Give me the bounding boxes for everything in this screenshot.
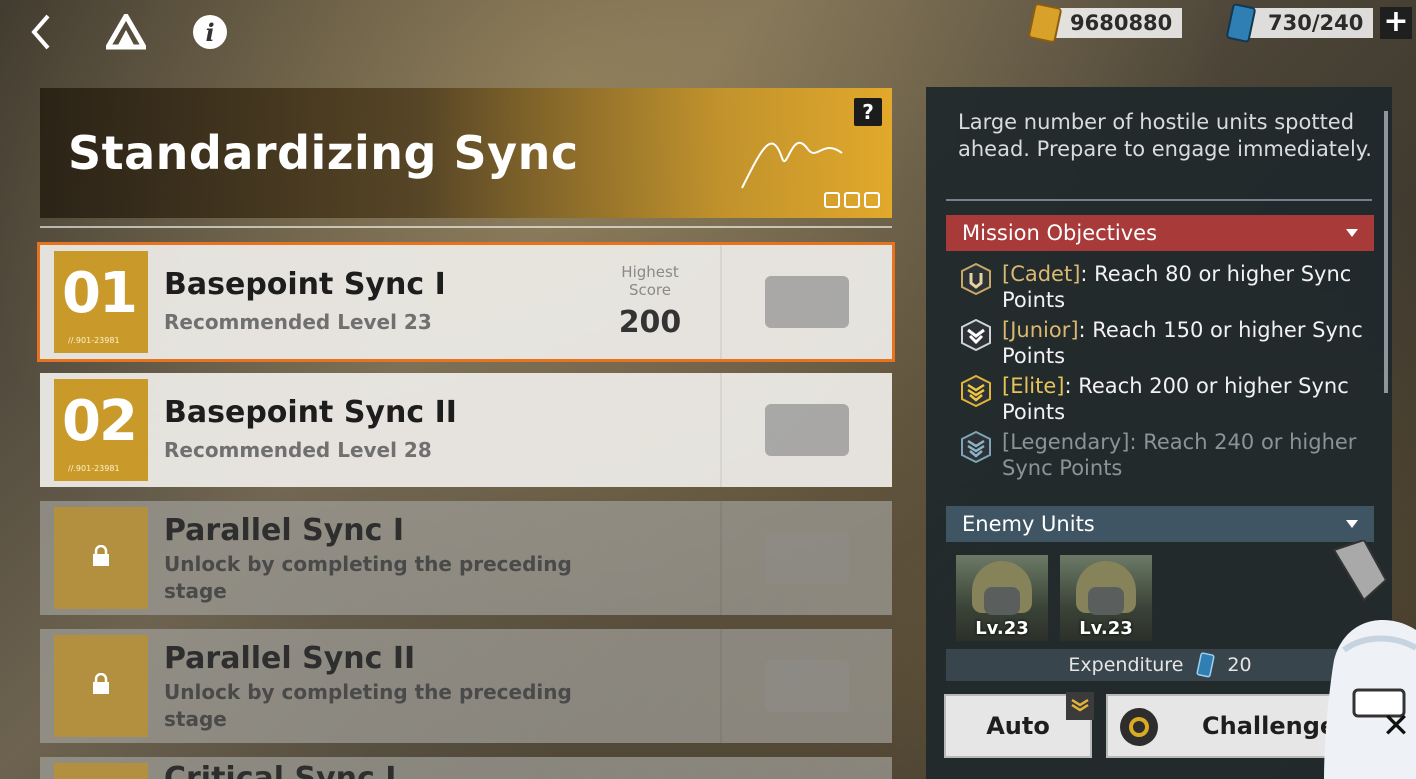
enemy-units-header[interactable]: Enemy Units	[946, 506, 1374, 542]
rank-badge-slot	[720, 245, 892, 359]
page-title: Standardizing Sync	[68, 126, 579, 180]
stage-card-3[interactable]: Parallel Sync I Unlock by completing the…	[40, 501, 892, 615]
enemy-list: Lv.23 Lv.23	[956, 555, 1152, 641]
enemy-unit-card[interactable]: Lv.23	[1060, 555, 1152, 641]
stage-number-block	[54, 507, 148, 609]
triangle-logo-icon	[106, 14, 146, 50]
stage-unlock-hint: Unlock by completing the preceding stage	[164, 552, 572, 603]
sync-link-icon	[765, 276, 849, 328]
sync-link-icon	[765, 404, 849, 456]
expenditure-label: Expenditure	[1068, 654, 1184, 676]
objective-item: [Cadet]: Reach 80 or higher Sync Points	[960, 261, 1380, 313]
drive-button[interactable]	[104, 10, 148, 54]
enemy-portrait	[1088, 587, 1124, 615]
stage-card-5[interactable]: Critical Sync I	[40, 757, 892, 779]
mission-detail-panel: Large number of hostile units spotted ah…	[926, 87, 1392, 779]
stage-name: Basepoint Sync II	[164, 395, 457, 430]
highest-score-value: 200	[618, 305, 682, 340]
stage-recommended-level: Recommended Level 23	[164, 310, 432, 334]
legendary-rank-icon	[961, 431, 991, 463]
stage-code: //.901-23981	[68, 464, 120, 473]
enemy-portrait	[984, 587, 1020, 615]
lock-icon	[93, 545, 109, 566]
challenge-label: Challenge	[1202, 712, 1337, 740]
add-stamina-button[interactable]: +	[1380, 7, 1412, 39]
chevron-left-icon	[31, 14, 50, 50]
elite-rank-icon	[961, 375, 991, 407]
info-button[interactable]: i	[188, 10, 232, 54]
divider	[946, 199, 1372, 201]
stage-number-block: 01 //.901-23981	[54, 251, 148, 353]
stage-name: Basepoint Sync I	[164, 267, 446, 302]
stage-card-2[interactable]: 02 //.901-23981 Basepoint Sync II Recomm…	[40, 373, 892, 487]
elite-rank-icon	[1066, 692, 1094, 720]
stage-number-block: 02 //.901-23981	[54, 379, 148, 481]
badge-icon	[824, 192, 840, 208]
objective-rank: [Junior]	[1002, 318, 1079, 342]
challenge-button[interactable]: Challenge	[1106, 694, 1338, 758]
sync-link-icon	[765, 660, 849, 712]
stage-code: //.901-23981	[68, 336, 120, 345]
expenditure-cost: 20	[1227, 654, 1252, 676]
stage-number: 02	[62, 389, 138, 454]
expenditure-row: Expenditure 20	[946, 649, 1374, 681]
divider	[40, 226, 892, 228]
mission-description: Large number of hostile units spotted ah…	[958, 110, 1372, 161]
enemy-level: Lv.23	[975, 618, 1029, 639]
stamina-resource: 730/240	[1226, 3, 1374, 43]
chevron-down-icon	[1346, 520, 1358, 528]
highest-score-label: Highest Score	[621, 263, 679, 299]
close-button[interactable]: ✕	[1378, 704, 1414, 748]
stage-name: Parallel Sync I	[164, 513, 405, 548]
challenge-ring-icon	[1120, 708, 1158, 746]
enemy-unit-card[interactable]: Lv.23	[956, 555, 1048, 641]
scrollbar[interactable]	[1384, 111, 1388, 393]
stage-number-block	[54, 635, 148, 737]
badge-icon	[844, 192, 860, 208]
stage-name: Critical Sync I	[164, 761, 397, 779]
rank-badge-slot	[720, 629, 892, 743]
stage-number-block	[54, 763, 148, 779]
objective-rank: [Legendary]	[1002, 430, 1130, 454]
stage-unlock-hint: Unlock by completing the preceding stage	[164, 680, 572, 731]
lock-icon	[93, 673, 109, 694]
objective-rank: [Cadet]	[1002, 262, 1081, 286]
stage-card-4[interactable]: Parallel Sync II Unlock by completing th…	[40, 629, 892, 743]
svg-text:i: i	[205, 18, 214, 47]
objective-rank: [Elite]	[1002, 374, 1065, 398]
stage-number: 01	[62, 261, 138, 326]
mission-objectives-header[interactable]: Mission Objectives	[946, 215, 1374, 251]
banner-icon-row	[824, 192, 880, 208]
cadet-rank-icon	[961, 263, 991, 295]
objective-item: [Elite]: Reach 200 or higher Sync Points	[960, 373, 1380, 425]
stamina-battery-icon	[1226, 3, 1256, 43]
rank-badge-slot	[720, 373, 892, 487]
stamina-battery-icon	[1196, 652, 1215, 678]
section-title: Enemy Units	[962, 512, 1095, 536]
stage-recommended-level: Recommended Level 28	[164, 438, 432, 462]
gold-resource: 9680880	[1028, 3, 1183, 43]
info-icon: i	[193, 15, 227, 49]
rank-badge-slot	[720, 501, 892, 615]
stage-name: Parallel Sync II	[164, 641, 416, 676]
objective-item: [Legendary]: Reach 240 or higher Sync Po…	[960, 429, 1380, 481]
enemy-level: Lv.23	[1079, 618, 1133, 639]
junior-rank-icon	[961, 319, 991, 351]
highest-score: Highest Score 200	[600, 263, 700, 340]
help-button[interactable]: ?	[854, 98, 882, 126]
signature-decoration	[741, 141, 843, 189]
badge-icon	[864, 192, 880, 208]
chevron-down-icon	[1346, 229, 1358, 237]
stage-banner: Standardizing Sync ?	[40, 88, 892, 218]
back-button[interactable]	[20, 10, 64, 54]
objective-list: [Cadet]: Reach 80 or higher Sync Points …	[960, 261, 1380, 485]
section-title: Mission Objectives	[962, 221, 1158, 245]
objective-item: [Junior]: Reach 150 or higher Sync Point…	[960, 317, 1380, 369]
stage-card-1[interactable]: 01 //.901-23981 Basepoint Sync I Recomme…	[37, 242, 895, 362]
sync-link-icon	[765, 532, 849, 584]
top-nav: i 9680880 730/240 +	[0, 0, 1416, 62]
gold-bar-icon	[1028, 3, 1062, 43]
